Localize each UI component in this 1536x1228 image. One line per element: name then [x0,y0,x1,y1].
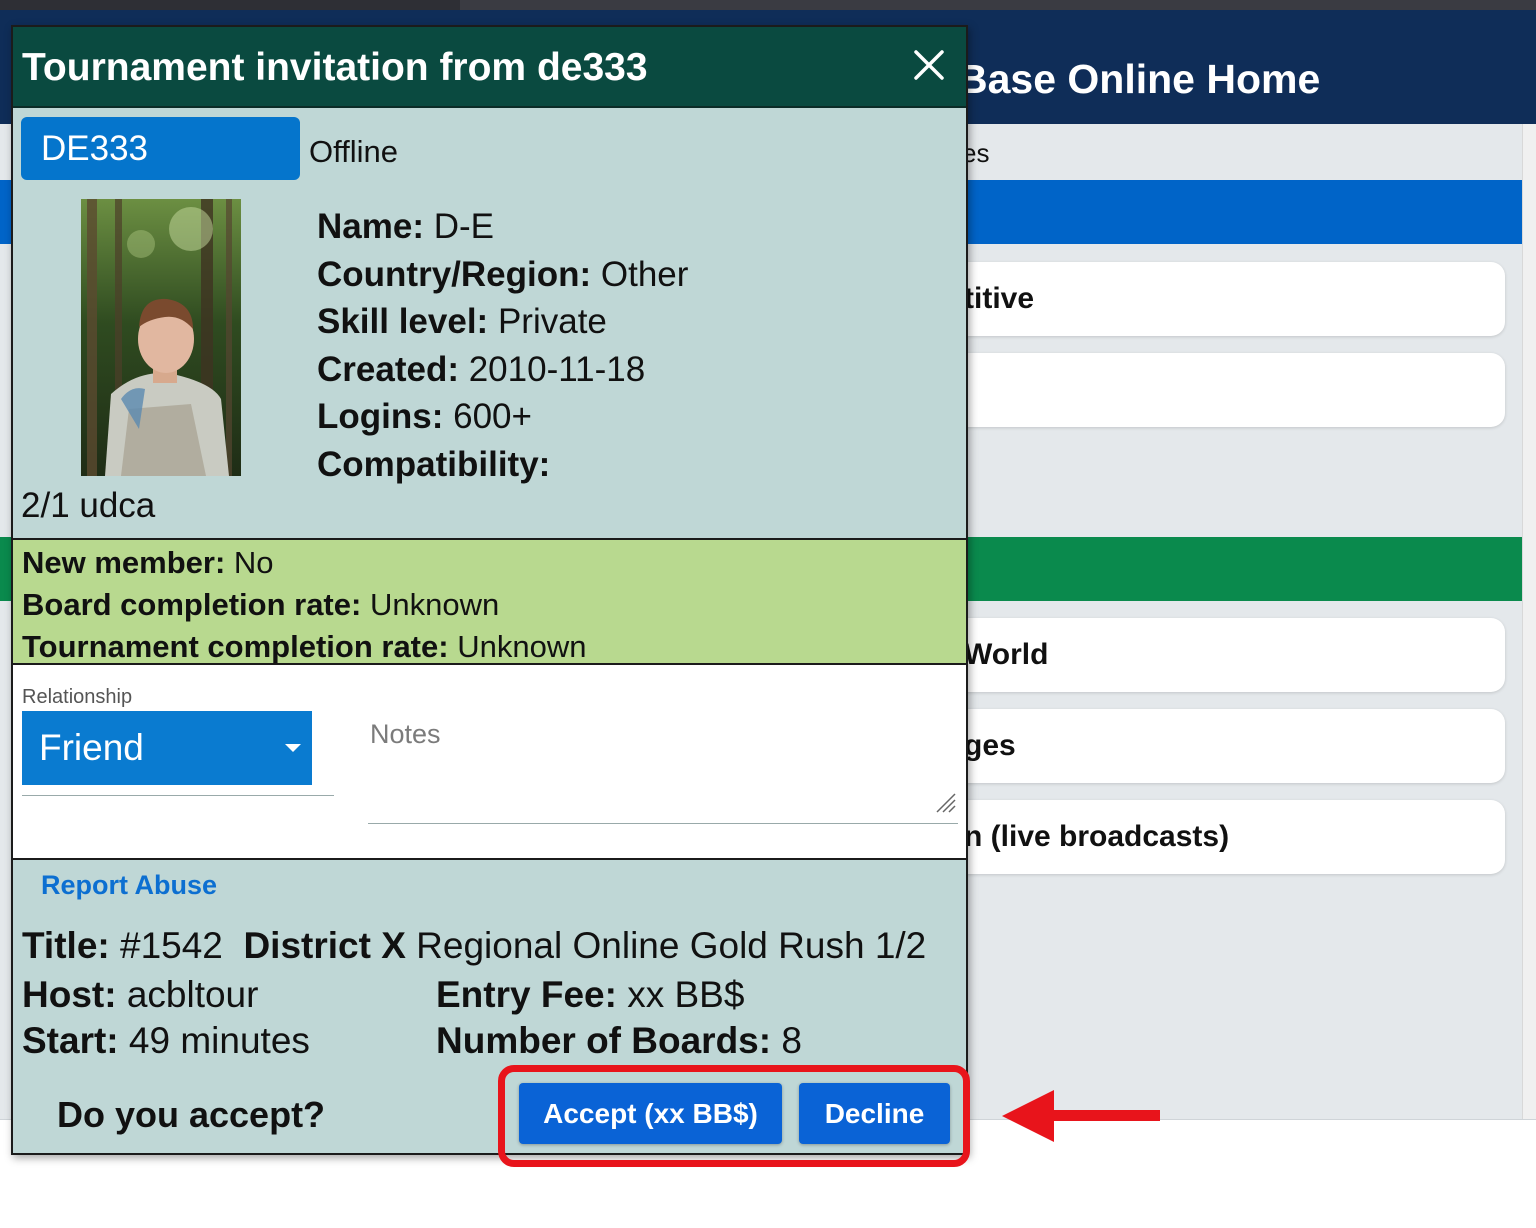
host-label: Host: [22,974,117,1015]
browser-tab-strip [460,0,1536,10]
relationship-underline [22,795,334,796]
tournament-name: Regional Online Gold Rush 1/2 [416,925,927,966]
profile-name-label: Name: [317,207,424,246]
highlight-box [498,1065,970,1167]
profile-logins: 600+ [453,397,532,436]
member-stats: New member: No Board completion rate: Un… [13,538,966,665]
board-rate-value: Unknown [369,587,500,622]
profile-compat-row: Compatibility: [317,441,688,489]
profile-created-label: Created: [317,349,459,389]
tourn-rate-label: Tournament completion rate: [22,629,449,664]
page-title: Base Online Home [958,56,1321,102]
close-icon[interactable] [911,47,947,83]
relationship-select[interactable]: Friend [22,711,312,785]
profile-created: 2010-11-18 [468,349,646,389]
profile-info: Name: D-E Country/Region: Other Skill le… [317,203,688,488]
report-abuse-link[interactable]: Report Abuse [41,870,217,901]
start-row: Start: 49 minutes [22,1020,310,1062]
profile-skill-label: Skill level: [317,302,489,341]
relationship-label: Relationship [22,686,133,708]
profile-logins-row: Logins: 600+ [317,393,688,441]
host-value: acbltour [126,974,259,1015]
menu-card[interactable]: n (live broadcasts) [920,800,1505,874]
tournament-title-label: Title: [22,925,110,966]
tourn-rate-value: Unknown [457,629,587,664]
browser-top-strip [0,0,1536,10]
menu-card-label: n (live broadcasts) [964,820,1230,853]
fee-row: Entry Fee: xx BB$ [436,974,744,1016]
user-status: Offline [309,134,399,169]
profile-country: Other [600,254,689,294]
menu-card[interactable]: ges [920,709,1505,783]
relationship-section: Relationship Friend [13,665,966,860]
profile-compat-label: Compatibility: [317,444,551,484]
boards-row: Number of Boards: 8 [436,1020,802,1062]
start-label: Start: [22,1020,119,1061]
profile-country-row: Country/Region: Other [317,251,688,299]
fee-value: xx BB$ [627,974,745,1015]
arrow-left-icon [1002,1090,1160,1142]
page-scrollbar[interactable] [1522,124,1536,1119]
tournament-number: #1542 [120,925,223,966]
new-member-row: New member: No [22,542,966,584]
resize-grip-icon[interactable] [933,790,957,814]
profile-name-row: Name: D-E [317,203,688,251]
profile-skill: Private [497,302,607,341]
profile-name: D-E [433,207,494,246]
tournament-district: District X [243,925,406,966]
menu-card-label: ges [964,729,1016,762]
menu-card[interactable]: World [920,618,1505,692]
menu-card[interactable] [920,353,1505,427]
accept-prompt: Do you accept? [57,1094,326,1135]
profile-country-label: Country/Region: [317,254,592,294]
new-member-label: New member: [22,545,226,580]
notes-field[interactable] [368,711,958,824]
dialog-header: Tournament invitation from de333 [13,27,966,108]
menu-card[interactable]: titive [920,262,1505,336]
user-handle-badge[interactable]: DE333 [21,117,300,180]
profile-created-row: Created: 2010-11-18 [317,346,688,394]
tourn-rate-row: Tournament completion rate: Unknown [22,626,966,668]
menu-card-label: World [964,638,1049,671]
caret-down-icon [285,744,301,752]
profile-logins-label: Logins: [317,397,444,436]
menu-card-label: titive [964,282,1035,315]
user-handle: DE333 [41,129,149,168]
board-rate-row: Board completion rate: Unknown [22,584,966,626]
bidding-system: 2/1 udca [21,486,156,525]
profile-skill-row: Skill level: Private [317,298,688,346]
host-row: Host: acbltour [22,974,258,1016]
tournament-title-row: Title: #1542 District X Regional Online … [22,925,926,967]
boards-label: Number of Boards: [436,1020,772,1061]
board-rate-label: Board completion rate: [22,587,362,622]
avatar [81,199,241,476]
relationship-value: Friend [39,727,144,768]
dialog-title: Tournament invitation from de333 [22,46,648,89]
fee-label: Entry Fee: [436,974,617,1015]
new-member-value: No [233,545,274,580]
start-value: 49 minutes [128,1020,310,1061]
tournament-invitation-dialog: Tournament invitation from de333 DE333 O… [11,25,968,1155]
boards-value: 8 [781,1020,802,1061]
